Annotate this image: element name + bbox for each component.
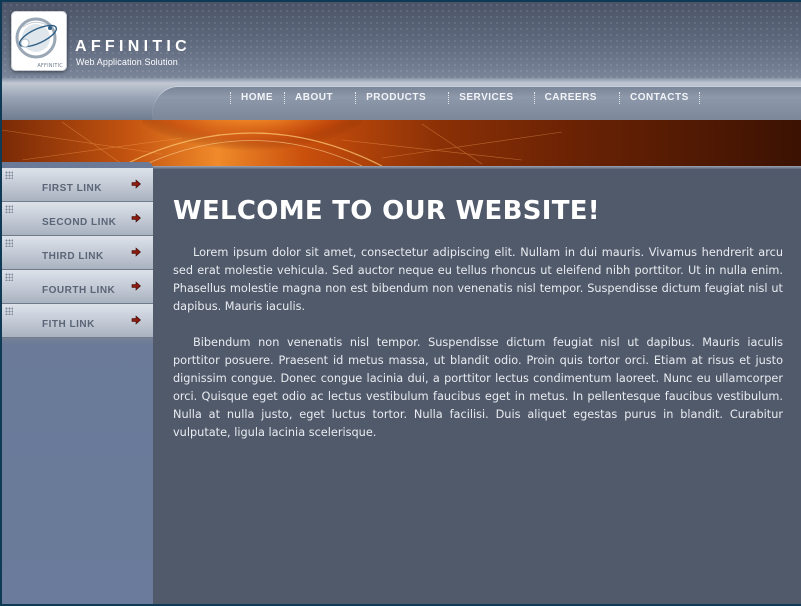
sidebar-item-fourth-link[interactable]: FOURTH LINK	[2, 270, 153, 304]
nav-item-contacts[interactable]: CONTACTS	[618, 92, 700, 104]
brand-tagline: Web Application Solution	[76, 57, 178, 67]
body-paragraph: Bibendum non venenatis nisl tempor. Susp…	[173, 336, 783, 439]
sidebar-item-label: THIRD LINK	[42, 251, 104, 262]
nav-item-products[interactable]: PRODUCTS	[355, 92, 448, 104]
nav-links: HOME ABOUT PRODUCTS SERVICES CAREERS CON…	[230, 92, 700, 104]
page: AFFINITIC AFFINITIC Web Application Solu…	[2, 2, 801, 604]
sidebar-item-third-link[interactable]: THIRD LINK	[2, 236, 153, 270]
sidebar-menu: FIRST LINK SECOND LINK THIRD LINK FOURTH…	[2, 168, 153, 338]
dots-icon	[5, 171, 13, 179]
brand-name: AFFINITIC	[75, 38, 192, 55]
sidebar-item-fifth-link[interactable]: FITH LINK	[2, 304, 153, 338]
main-nav: HOME ABOUT PRODUCTS SERVICES CAREERS CON…	[2, 78, 801, 121]
eye-glow-graphic	[2, 120, 563, 166]
arrow-right-icon	[131, 213, 141, 223]
dots-icon	[5, 307, 13, 315]
globe-logo-icon	[15, 17, 58, 59]
dots-icon	[5, 273, 13, 281]
nav-item-about[interactable]: ABOUT	[284, 92, 355, 104]
sidebar-item-second-link[interactable]: SECOND LINK	[2, 202, 153, 236]
sidebar-item-label: SECOND LINK	[42, 217, 117, 228]
sidebar-menu-shadow	[2, 338, 153, 344]
arrow-right-icon	[131, 315, 141, 325]
arrow-right-icon	[131, 247, 141, 257]
dots-icon	[5, 239, 13, 247]
logo-caption: AFFINITIC	[37, 63, 63, 69]
site-header: AFFINITIC AFFINITIC Web Application Solu…	[2, 2, 801, 78]
sidebar-item-label: FOURTH LINK	[42, 285, 116, 296]
sidebar-item-first-link[interactable]: FIRST LINK	[2, 168, 153, 202]
page-title: WELCOME TO OUR WEBSITE!	[173, 196, 600, 226]
intro-paragraph: Lorem ipsum dolor sit amet, consectetur …	[173, 246, 783, 313]
nav-item-careers[interactable]: CAREERS	[533, 92, 619, 104]
dots-icon	[5, 205, 13, 213]
arrow-right-icon	[131, 281, 141, 291]
sidebar-item-label: FITH LINK	[42, 319, 95, 330]
sidebar-item-label: FIRST LINK	[42, 183, 102, 194]
arrow-right-icon	[131, 179, 141, 189]
nav-item-home[interactable]: HOME	[230, 92, 284, 104]
sidebar: FIRST LINK SECOND LINK THIRD LINK FOURTH…	[2, 162, 153, 604]
header-banner	[2, 120, 801, 166]
nav-item-services[interactable]: SERVICES	[448, 92, 533, 104]
main-content: WELCOME TO OUR WEBSITE! Lorem ipsum dolo…	[173, 194, 783, 442]
logo[interactable]: AFFINITIC	[11, 11, 67, 71]
